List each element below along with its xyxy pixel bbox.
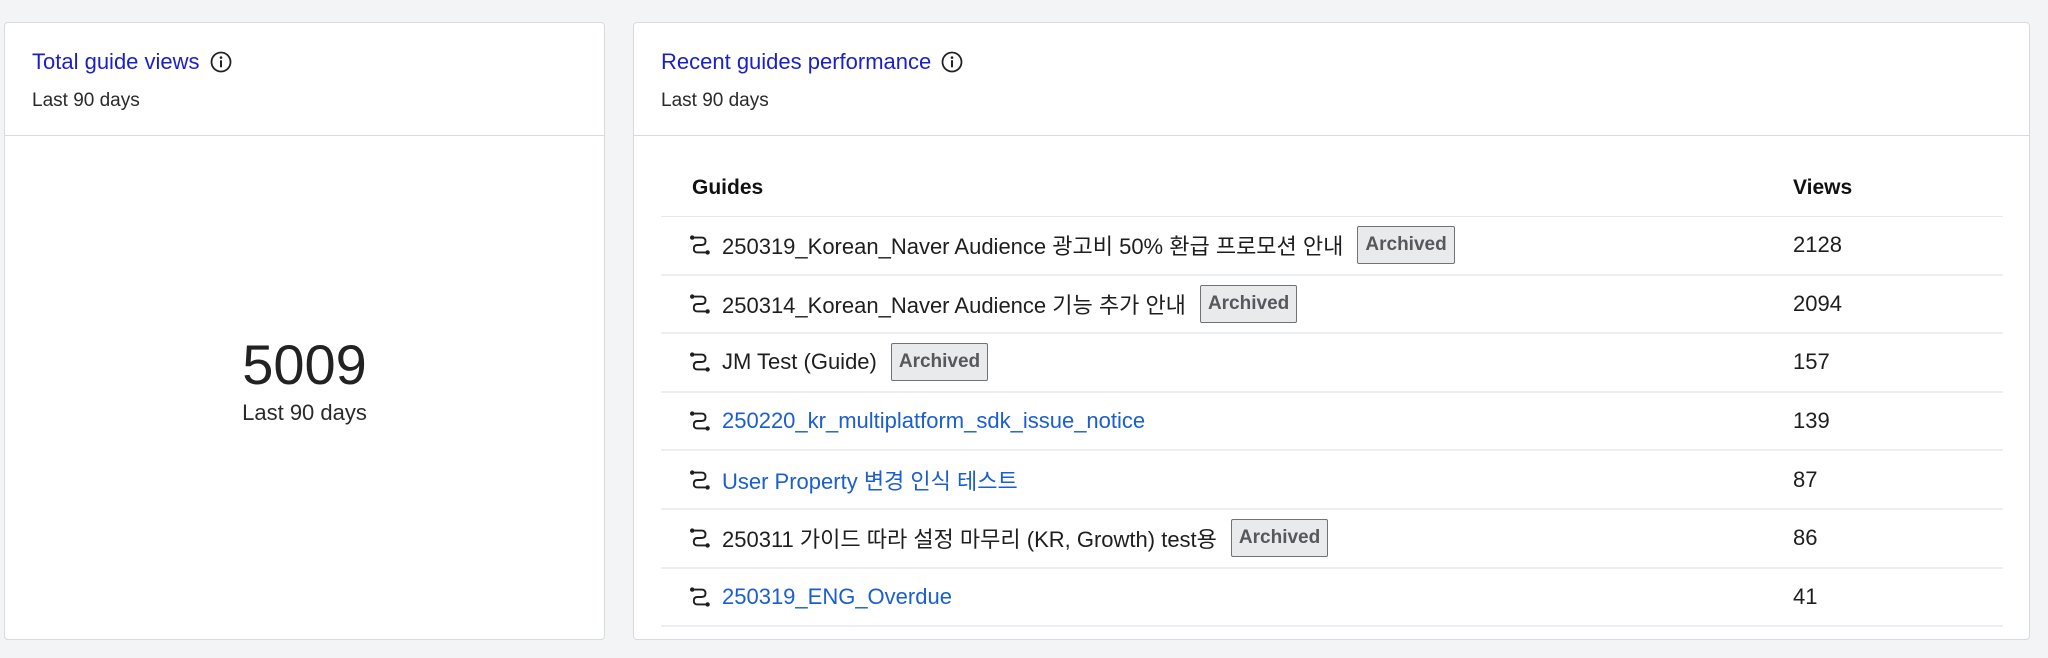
views-value: 87	[1793, 466, 1818, 492]
guide-name[interactable]: 250319_ENG_Overdue	[722, 584, 952, 610]
column-header-views: Views	[1793, 175, 1853, 199]
guide-flow-icon	[688, 233, 712, 257]
guide-flow-icon	[688, 292, 712, 316]
guide-cell: 250220_kr_multiplatform_sdk_issue_notice	[661, 408, 1793, 434]
table-row[interactable]: 250311 가이드 따라 설정 마무리 (KR, Growth) test용 …	[661, 510, 2003, 569]
card-subtitle: Last 90 days	[32, 90, 140, 111]
guide-name[interactable]: 250220_kr_multiplatform_sdk_issue_notice	[722, 408, 1145, 434]
card-title-row: Recent guides performance	[661, 47, 2029, 77]
card-header: Total guide views Last 90 days	[5, 23, 604, 136]
archived-badge: Archived	[1199, 284, 1298, 323]
views-value: 2094	[1793, 290, 1842, 316]
guide-name[interactable]: 250311 가이드 따라 설정 마무리 (KR, Growth) test용	[722, 522, 1217, 554]
guide-flow-icon	[688, 350, 712, 374]
guide-cell: 250311 가이드 따라 설정 마무리 (KR, Growth) test용 …	[661, 519, 1793, 558]
guide-cell: User Property 변경 인식 테스트	[661, 464, 1793, 496]
guides-table: Guides Views 250319_Korean_Naver Audienc…	[661, 159, 2003, 628]
views-cell: 86	[1793, 525, 2003, 551]
table-row[interactable]: User Property 변경 인식 테스트 87	[661, 451, 2003, 510]
table-header: Guides Views	[661, 159, 2003, 217]
card-title: Total guide views	[32, 49, 200, 74]
guide-name[interactable]: 250319_Korean_Naver Audience 광고비 50% 환급 …	[722, 229, 1343, 261]
views-value: 157	[1793, 349, 1830, 375]
views-value: 86	[1793, 525, 1818, 551]
column-header-guides: Guides	[692, 175, 764, 199]
card-title: Recent guides performance	[661, 49, 932, 74]
table-body: 250319_Korean_Naver Audience 광고비 50% 환급 …	[661, 217, 2003, 628]
archived-badge: Archived	[1357, 226, 1455, 265]
guide-flow-icon	[688, 409, 712, 433]
views-cell: 139	[1793, 408, 2003, 434]
guide-name[interactable]: JM Test (Guide)	[722, 349, 877, 375]
table-row[interactable]: 250319_Korean_Naver Audience 광고비 50% 환급 …	[661, 217, 2003, 276]
total-views-stat: 5009 Last 90 days	[5, 333, 604, 427]
card-subtitle: Last 90 days	[661, 90, 769, 111]
guide-flow-icon	[688, 526, 712, 550]
archived-badge: Archived	[890, 343, 989, 382]
total-views-value: 5009	[242, 333, 367, 396]
total-guide-views-card: Total guide views Last 90 days 5009 Last…	[4, 22, 605, 640]
guide-flow-icon	[688, 468, 712, 492]
info-circle-icon[interactable]	[940, 50, 964, 74]
table-row[interactable]: 250314_Korean_Naver Audience 기능 추가 안내 Ar…	[661, 276, 2003, 335]
guide-cell: JM Test (Guide) Archived	[661, 343, 1793, 382]
info-circle-icon[interactable]	[209, 50, 233, 74]
total-views-caption: Last 90 days	[242, 400, 367, 425]
views-value: 139	[1793, 408, 1830, 434]
views-cell: 41	[1793, 584, 2003, 610]
archived-badge: Archived	[1230, 519, 1329, 558]
guide-flow-icon	[688, 585, 712, 609]
views-cell: 87	[1793, 467, 2003, 493]
views-value: 41	[1793, 583, 1818, 609]
guide-name[interactable]: 250314_Korean_Naver Audience 기능 추가 안내	[722, 288, 1186, 320]
table-row[interactable]: JM Test (Guide) Archived 157	[661, 334, 2003, 393]
views-cell: 157	[1793, 349, 2003, 375]
table-row[interactable]: 250319_ENG_Overdue 41	[661, 569, 2003, 628]
views-cell: 2094	[1793, 291, 2003, 317]
guide-cell: 250314_Korean_Naver Audience 기능 추가 안내 Ar…	[661, 284, 1793, 323]
guide-cell: 250319_ENG_Overdue	[661, 584, 1793, 610]
views-value: 2128	[1793, 232, 1842, 258]
table-row[interactable]: 250220_kr_multiplatform_sdk_issue_notice…	[661, 393, 2003, 452]
views-cell: 2128	[1793, 232, 2003, 258]
guide-name[interactable]: User Property 변경 인식 테스트	[722, 464, 1018, 496]
card-header: Recent guides performance Last 90 days	[634, 23, 2029, 136]
guide-cell: 250319_Korean_Naver Audience 광고비 50% 환급 …	[661, 226, 1793, 265]
recent-guides-performance-card: Recent guides performance Last 90 days G…	[633, 22, 2030, 640]
card-title-row: Total guide views	[32, 47, 604, 77]
